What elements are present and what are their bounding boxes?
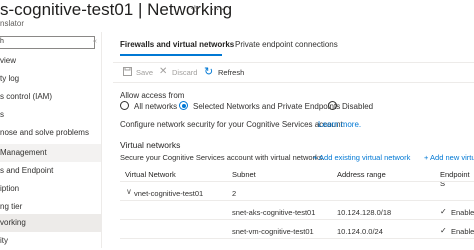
table-row-status: Enable xyxy=(451,227,474,236)
sidebar-item-label: s and Endpoint xyxy=(0,166,54,175)
virtual-networks-heading: Virtual networks xyxy=(120,140,181,150)
virtual-networks-description: Secure your Cognitive Services account w… xyxy=(120,153,325,162)
sidebar-item-activity-log[interactable]: ty log xyxy=(0,70,101,88)
sidebar-item-label: ty log xyxy=(0,74,20,83)
sidebar-search-text: h xyxy=(0,38,4,45)
radio-selected-networks-label[interactable]: Selected Networks and Private Endpoints xyxy=(193,102,340,111)
vnet-subnet-count: 2 xyxy=(232,189,237,198)
tab-firewalls-virtual-networks[interactable]: Firewalls and virtual networks xyxy=(120,40,234,49)
radio-selected-networks[interactable] xyxy=(179,101,188,110)
toolbar-divider xyxy=(113,62,474,63)
column-header-address-range: Address range xyxy=(337,170,386,179)
table-row-subnet: snet-vm-cognitive-test01 xyxy=(232,227,314,236)
sidebar-item-label: vorking xyxy=(0,218,26,227)
table-header-divider xyxy=(120,181,474,182)
table-row-status: Enable xyxy=(451,208,474,217)
sidebar-item-label: s control (IAM) xyxy=(0,92,53,101)
tab-private-endpoint-connections[interactable]: Private endpoint connections xyxy=(235,40,338,49)
column-header-endpoint-status: Endpoint S xyxy=(440,170,470,188)
table-row-divider xyxy=(120,200,474,201)
active-tab-indicator xyxy=(120,54,222,56)
sidebar-item-encryption[interactable]: iption xyxy=(0,180,101,198)
sidebar-item-tags[interactable]: s xyxy=(0,106,101,124)
sidebar-item-label: view xyxy=(0,56,17,65)
sidebar-section-resource-management[interactable]: Management xyxy=(0,144,101,162)
collapse-sidebar-icon[interactable]: « xyxy=(93,38,97,45)
checkmark-icon: ✓ xyxy=(440,207,447,216)
resource-type-subtitle: nslator xyxy=(0,19,25,28)
save-icon[interactable] xyxy=(123,67,132,78)
column-header-subnet: Subnet xyxy=(232,170,256,179)
more-options-icon[interactable]: ··· xyxy=(210,1,226,16)
sidebar-item-label: s xyxy=(0,110,4,119)
sidebar-search-input[interactable] xyxy=(0,36,95,49)
refresh-button[interactable]: Refresh xyxy=(218,68,244,77)
toolbar-bottom-divider xyxy=(113,82,474,83)
table-row-address: 10.124.128.0/18 xyxy=(337,208,392,217)
radio-disabled-label[interactable]: Disabled xyxy=(342,102,373,111)
refresh-icon[interactable]: ↻ xyxy=(204,65,213,78)
column-header-virtual-network: Virtual Network xyxy=(125,170,176,179)
sidebar-item-label: ity xyxy=(0,236,8,245)
table-row-divider xyxy=(120,238,474,239)
radio-all-networks-label[interactable]: All networks xyxy=(134,102,177,111)
sidebar-item-identity[interactable]: ity xyxy=(0,232,101,250)
sidebar-divider xyxy=(101,32,102,248)
sidebar-item-keys-endpoint[interactable]: s and Endpoint xyxy=(0,162,101,180)
sidebar-item-networking[interactable]: vorking xyxy=(0,214,101,232)
chevron-down-icon[interactable]: ∨ xyxy=(126,187,132,196)
discard-button[interactable]: Discard xyxy=(172,68,197,77)
discard-icon[interactable]: ✕ xyxy=(159,66,167,77)
add-existing-vnet-link[interactable]: + Add existing virtual network xyxy=(313,153,410,162)
checkmark-icon: ✓ xyxy=(440,226,447,235)
sidebar-item-label: iption xyxy=(0,184,20,193)
sidebar-item-access-control[interactable]: s control (IAM) xyxy=(0,88,101,106)
learn-more-link[interactable]: Learn more. xyxy=(318,120,361,129)
table-row-address: 10.124.0.0/24 xyxy=(337,227,383,236)
radio-disabled[interactable] xyxy=(328,101,337,110)
vnet-group-name[interactable]: vnet-cognitive-test01 xyxy=(134,189,203,198)
sidebar-item-overview[interactable]: view xyxy=(0,52,101,70)
table-row-divider xyxy=(120,219,474,220)
config-description: Configure network security for your Cogn… xyxy=(120,120,345,129)
table-row-subnet: snet-aks-cognitive-test01 xyxy=(232,208,316,217)
sidebar-section-label: Management xyxy=(0,148,47,157)
pin-icon[interactable]: ☆ xyxy=(190,3,200,16)
add-new-vnet-link[interactable]: + Add new virtu xyxy=(424,153,474,162)
allow-access-label: Allow access from xyxy=(120,91,185,100)
sidebar-item-diagnose[interactable]: nose and solve problems xyxy=(0,124,101,142)
save-button[interactable]: Save xyxy=(136,68,153,77)
sidebar-item-label: nose and solve problems xyxy=(0,128,89,137)
radio-all-networks[interactable] xyxy=(120,101,129,110)
